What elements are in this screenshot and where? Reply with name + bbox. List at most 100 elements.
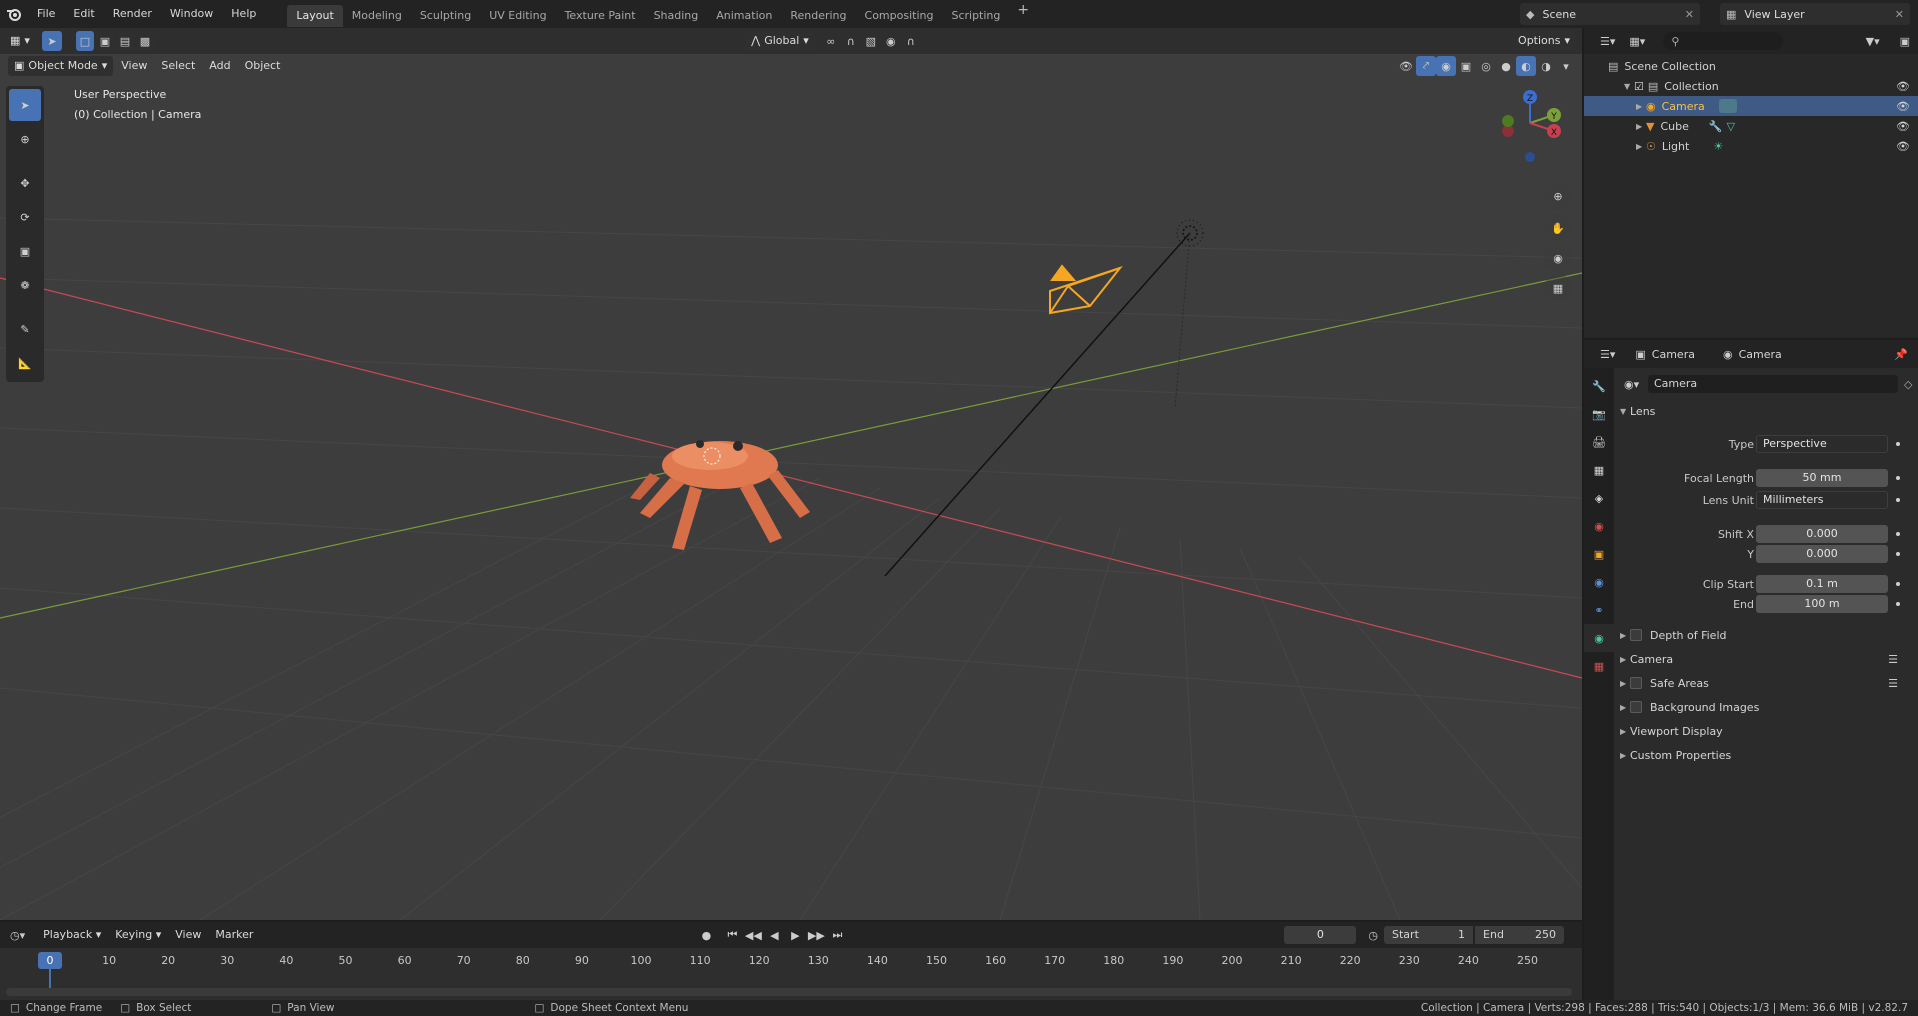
camera-datablock-icon[interactable]: ◉▾: [1624, 378, 1639, 391]
menu-help[interactable]: Help: [222, 0, 265, 28]
scale-tool-icon[interactable]: ▣: [9, 235, 41, 267]
tab-rendering[interactable]: Rendering: [781, 5, 855, 27]
display-mode-icon[interactable]: ▦▾: [1629, 35, 1645, 48]
zoom-icon[interactable]: ⊕: [1544, 182, 1572, 210]
filter-icon[interactable]: ▼▾: [1866, 35, 1880, 48]
camera-data-tab-icon[interactable]: ◉: [1584, 624, 1614, 652]
texture-tab-icon[interactable]: ▦: [1584, 652, 1614, 680]
gizmo-toggle-icon[interactable]: ⤤: [1416, 56, 1436, 76]
close-icon[interactable]: ✕: [1895, 8, 1904, 21]
expand-icon[interactable]: ▶: [1636, 142, 1646, 151]
background-images-checkbox[interactable]: [1630, 701, 1642, 713]
tree-scene-collection[interactable]: ▤ Scene Collection: [1584, 56, 1918, 76]
play-reverse-icon[interactable]: ◀: [764, 925, 784, 945]
object-mode-select[interactable]: ▣ Object Mode ▾: [8, 56, 114, 76]
tree-item-cube[interactable]: ▶ ▼ Cube 🔧 ▽ 👁: [1584, 116, 1918, 136]
current-frame-field[interactable]: 0: [1284, 926, 1357, 944]
viewport-menu-object[interactable]: Object: [239, 56, 287, 76]
jump-start-icon[interactable]: ⏮: [722, 925, 742, 945]
blender-logo-icon[interactable]: [0, 0, 28, 28]
marker-menu[interactable]: Marker: [209, 925, 259, 945]
properties-type-icon[interactable]: ☰▾: [1600, 348, 1615, 361]
constraint-tab-icon[interactable]: ⚭: [1584, 596, 1614, 624]
visibility-icon[interactable]: 👁: [1396, 56, 1416, 76]
timeline-type-icon[interactable]: ◷▾: [10, 929, 25, 942]
next-keyframe-icon[interactable]: ▶▶: [806, 925, 826, 945]
object-tab-icon[interactable]: ▣: [1584, 540, 1614, 568]
new-collection-icon[interactable]: ▣: [1900, 35, 1910, 48]
datablock-name-field[interactable]: Camera: [1648, 375, 1898, 393]
tab-layout[interactable]: Layout: [287, 4, 343, 27]
output-tab-icon[interactable]: 🖨: [1584, 428, 1614, 456]
shift-y-field[interactable]: 0.000: [1756, 545, 1888, 563]
add-workspace-icon[interactable]: +: [1009, 2, 1037, 27]
type-select[interactable]: Perspective: [1756, 435, 1888, 453]
material-shading-icon[interactable]: ◐: [1516, 56, 1536, 76]
measure-tool-icon[interactable]: 📐: [9, 347, 41, 379]
select-extend-icon[interactable]: ▣: [95, 31, 114, 51]
jump-end-icon[interactable]: ⏭: [827, 925, 847, 945]
keyframe-dot[interactable]: [1896, 476, 1900, 480]
scene-tab-icon[interactable]: ◈: [1584, 484, 1614, 512]
keyframe-dot[interactable]: [1896, 498, 1900, 502]
pin-icon[interactable]: 📌: [1894, 348, 1908, 361]
safe-areas-panel[interactable]: ▶ Safe Areas ☰: [1620, 672, 1912, 694]
custom-properties-panel[interactable]: ▶ Custom Properties: [1620, 744, 1912, 766]
clip-end-field[interactable]: 100 m: [1756, 595, 1888, 613]
tree-collection[interactable]: ▼ ☑ ▤ Collection 👁: [1584, 76, 1918, 96]
menu-file[interactable]: File: [28, 0, 64, 28]
shading-options-icon[interactable]: ▾: [1556, 56, 1576, 76]
current-frame-marker[interactable]: 0: [38, 952, 62, 969]
tab-uv-editing[interactable]: UV Editing: [480, 5, 555, 27]
transform-orientation-select[interactable]: ⋀ Global ▾: [745, 31, 815, 51]
lens-unit-select[interactable]: Millimeters: [1756, 491, 1888, 509]
tab-sculpting[interactable]: Sculpting: [411, 5, 480, 27]
keyframe-dot[interactable]: [1896, 552, 1900, 556]
keyframe-dot[interactable]: [1896, 442, 1900, 446]
camera-view-icon[interactable]: ◉: [1544, 244, 1572, 272]
rendered-shading-icon[interactable]: ◑: [1536, 56, 1556, 76]
viewport-menu-add[interactable]: Add: [203, 56, 236, 76]
eye-icon[interactable]: 👁: [1896, 120, 1910, 133]
xray-toggle-icon[interactable]: ▣: [1456, 56, 1476, 76]
view-layer-selector[interactable]: ▦ View Layer ✕: [1720, 3, 1910, 25]
tab-scripting[interactable]: Scripting: [942, 5, 1009, 27]
keyframe-dot[interactable]: [1896, 602, 1900, 606]
tab-texture-paint[interactable]: Texture Paint: [556, 5, 645, 27]
shift-x-field[interactable]: 0.000: [1756, 525, 1888, 543]
dof-checkbox[interactable]: [1630, 629, 1642, 641]
transform-tool-icon[interactable]: ❁: [9, 269, 41, 301]
expand-icon[interactable]: ▶: [1636, 102, 1646, 111]
menu-render[interactable]: Render: [104, 0, 161, 28]
play-icon[interactable]: ▶: [785, 925, 805, 945]
view-layer-tab-icon[interactable]: ▦: [1584, 456, 1614, 484]
end-frame-field[interactable]: End 250: [1475, 926, 1565, 944]
preview-range-icon[interactable]: ◷: [1368, 929, 1378, 942]
navigation-gizmo[interactable]: Z Y X: [1490, 83, 1570, 163]
3d-viewport[interactable]: ▦ ▾ ➤ □ ▣ ▤ ▩ ⋀ Global ▾ ∞ ∩ ▧ ◉ ∩ Option…: [0, 28, 1582, 920]
background-images-panel[interactable]: ▶ Background Images: [1620, 696, 1912, 718]
proportional-edit-icon[interactable]: ◉: [881, 31, 901, 51]
close-icon[interactable]: ✕: [1685, 8, 1694, 21]
falloff-icon[interactable]: ∩: [901, 31, 921, 51]
eye-icon[interactable]: 👁: [1896, 100, 1910, 113]
pan-hand-icon[interactable]: ✋: [1544, 214, 1572, 242]
playback-menu[interactable]: Playback ▾: [37, 925, 107, 945]
keyframe-dot[interactable]: [1896, 532, 1900, 536]
clip-start-field[interactable]: 0.1 m: [1756, 575, 1888, 593]
world-tab-icon[interactable]: ◉: [1584, 512, 1614, 540]
preset-list-icon[interactable]: ☰: [1888, 653, 1898, 666]
timeline-scrollbar[interactable]: [6, 988, 1572, 996]
tab-animation[interactable]: Animation: [707, 5, 781, 27]
tree-item-camera[interactable]: ▶ ◉ Camera 👁: [1584, 96, 1918, 116]
snap-icon[interactable]: ∩: [841, 31, 861, 51]
timeline-view-menu[interactable]: View: [169, 925, 207, 945]
menu-edit[interactable]: Edit: [64, 0, 103, 28]
options-button[interactable]: Options ▾: [1512, 31, 1577, 51]
editor-type-button[interactable]: ▦ ▾: [4, 31, 36, 51]
outliner-search-input[interactable]: ⚲: [1663, 32, 1784, 50]
ortho-toggle-icon[interactable]: ▦: [1544, 274, 1572, 302]
expand-icon[interactable]: ▶: [1636, 122, 1646, 131]
solid-shading-icon[interactable]: ●: [1496, 56, 1516, 76]
overlay-toggle-icon[interactable]: ◉: [1436, 56, 1456, 76]
